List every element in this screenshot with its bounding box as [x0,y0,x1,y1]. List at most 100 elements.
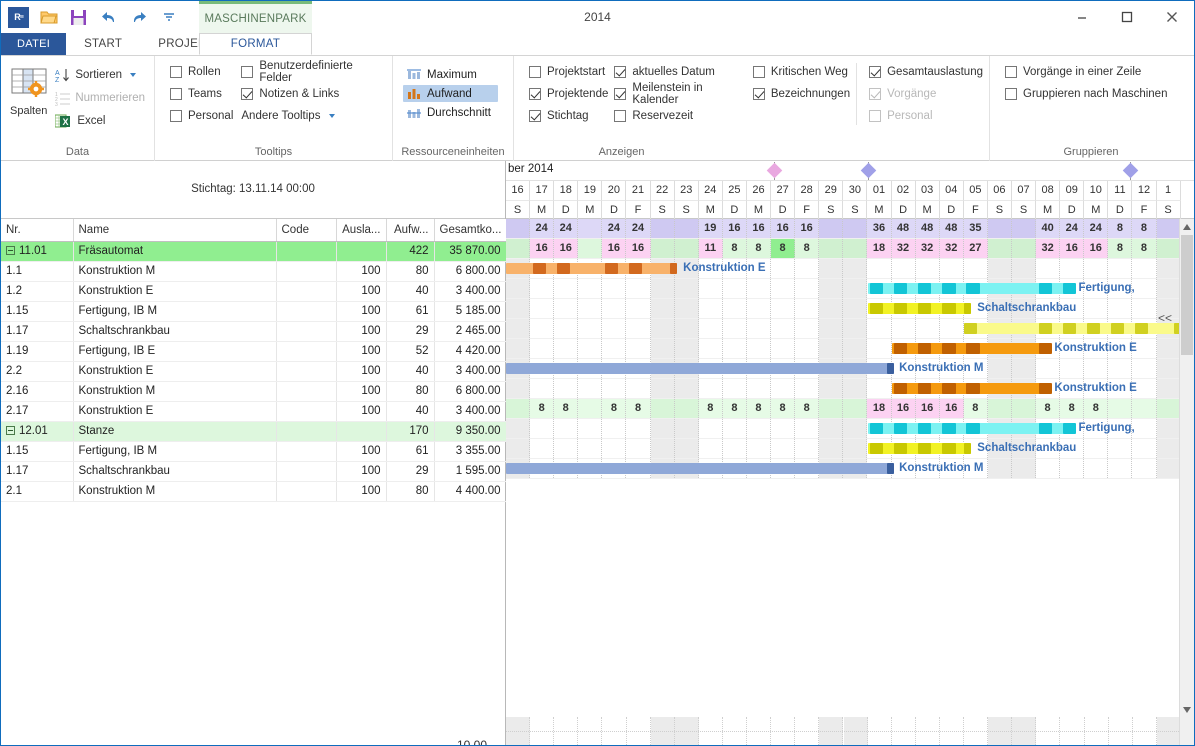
row-collapse-icon[interactable] [6,246,15,255]
checkbox-rollen[interactable]: Rollen [170,63,233,81]
gantt-cell: 32 [891,239,916,258]
option-durchschnitt[interactable]: Durchschnitt [403,104,498,121]
table-cell: 100 [336,361,387,382]
table-cell: 1.1 [1,261,74,282]
gantt-cell: 16 [602,239,627,258]
gantt-cell [506,379,531,398]
table-cell: 100 [336,481,387,502]
checkbox-gruppieren-nach-maschinen[interactable]: Gruppieren nach Maschinen [1005,85,1167,103]
chart-vertical-scrollbar[interactable] [1179,717,1194,745]
maximize-icon[interactable] [1104,1,1149,33]
scroll-up-icon[interactable] [1180,717,1194,732]
checkbox-teams[interactable]: Teams [170,85,233,103]
checkbox-projektende[interactable]: Projektende [529,85,608,103]
gantt-bar-label: Konstruktion M [899,462,984,474]
table-column-header[interactable]: Gesamtko... [434,219,507,242]
tooltips-col-1: Rollen Teams Personal [170,63,233,125]
checkbox-reservezeit[interactable]: Reservezeit [614,107,746,125]
collapse-table-button[interactable]: << [1158,311,1172,325]
gantt-cell [1011,259,1037,278]
table-row[interactable]: 12.01 Stanze 170 9 350.00 [1,421,507,442]
gantt-weekday: D [1060,200,1085,219]
table-row[interactable]: 2.1 Konstruktion M 100 80 4 400.00 [1,481,507,502]
table-row[interactable]: 1.1 Konstruktion M 100 80 6 800.00 [1,261,507,282]
table-column-header[interactable]: Nr. [1,219,74,242]
checkbox-personal-tooltips[interactable]: Personal [170,107,233,125]
gantt-scroll-thumb[interactable] [1181,235,1193,355]
table-column-header[interactable]: Aufw... [386,219,435,242]
table-cell: 35 870.00 [434,241,507,262]
spalten-button[interactable]: Spalten [7,63,50,117]
close-icon[interactable] [1149,1,1194,33]
tab-start[interactable]: START [66,33,140,55]
checkbox-box [614,110,627,122]
scroll-up-icon[interactable] [1180,219,1194,234]
gantt-cell [987,399,1012,418]
checkbox-vorgaenge-in-einer-zeile[interactable]: Vorgänge in einer Zeile [1005,63,1167,81]
table-row[interactable]: 2.2 Konstruktion E 100 40 3 400.00 [1,361,507,382]
minimize-icon[interactable] [1059,1,1104,33]
table-column-header[interactable]: Name [73,219,277,242]
milestone-marker[interactable] [766,162,782,179]
table-cell: 29 [386,461,435,482]
gantt-bar-segment [1111,323,1125,334]
table-row[interactable]: 1.19 Fertigung, IB E 100 52 4 420.00 [1,341,507,362]
table-row[interactable]: 1.15 Fertigung, IB M 100 61 5 185.00 [1,301,507,322]
gantt-bar-endcap [886,363,895,374]
gantt-bar-segment [918,303,932,314]
tab-format[interactable]: FORMAT [199,33,312,55]
gantt-bar[interactable] [506,263,678,274]
andere-tooltips-dropdown[interactable]: Andere Tooltips [241,107,386,125]
table-row[interactable]: 1.17 Schaltschrankbau 100 29 1 595.00 [1,461,507,482]
checkbox-aktuelles-datum[interactable]: aktuelles Datum [614,63,746,81]
gantt-cell [892,319,916,338]
scroll-down-icon[interactable] [1180,702,1194,717]
option-maximum[interactable]: Maximum [403,66,498,83]
table-cell [276,261,337,282]
table-row[interactable]: 2.17 Konstruktion E 100 40 3 400.00 [1,401,507,422]
gantt-cell [723,379,747,398]
checkbox-gesamtauslastung[interactable]: Gesamtauslastung [869,63,983,81]
gantt-day-number: 05 [964,181,988,200]
gantt-day-number: 08 [1036,181,1061,200]
table-row[interactable]: 1.15 Fertigung, IB M 100 61 3 355.00 [1,441,507,462]
chevron-down-icon[interactable] [329,114,336,118]
gantt-cell [819,319,844,338]
table-row[interactable]: 1.17 Schaltschrankbau 100 29 2 465.00 [1,321,507,342]
checkbox-stichtag[interactable]: Stichtag [529,107,608,125]
table-row[interactable]: 11.01 Fräsautomat 422 35 870.00 [1,241,507,262]
group-title-data: Data [65,146,90,158]
gantt-cell [1036,359,1061,378]
table-column-header[interactable]: Code [276,219,337,242]
excel-button[interactable]: X Excel [52,111,148,131]
row-collapse-icon[interactable] [6,426,15,435]
chevron-down-icon[interactable] [130,73,136,77]
gantt-cell [626,339,651,358]
gantt-cell [1011,459,1037,478]
checkbox-notizen-links[interactable]: Notizen & Links [241,85,386,103]
gantt-bar[interactable] [506,363,895,374]
gantt-cell [867,379,892,398]
milestone-marker[interactable] [860,162,876,179]
option-aufwand[interactable]: Aufwand [403,85,498,102]
gantt-bar-segment [628,263,643,274]
checkbox-kritischen-weg[interactable]: Kritischen Weg [752,63,850,81]
table-column-header[interactable]: Ausla... [336,219,387,242]
gantt-weekday: D [891,200,916,219]
group-title-tooltips: Tooltips [254,146,293,158]
checkbox-benutzerdefinierte-felder[interactable]: Benutzerdefinierte Felder [241,60,386,84]
sortieren-button[interactable]: AZ Sortieren [52,65,148,85]
gantt-cell [674,399,699,418]
checkbox-bezeichnungen[interactable]: Bezeichnungen [752,85,850,103]
table-row[interactable]: 1.2 Konstruktion E 100 40 3 400.00 [1,281,507,302]
milestone-marker[interactable] [1123,162,1139,179]
tab-datei[interactable]: DATEI [1,33,67,55]
checkbox-projektstart[interactable]: Projektstart [529,63,608,81]
table-cell: 80 [386,481,435,502]
gantt-vertical-scrollbar[interactable] [1179,219,1194,717]
table-row[interactable]: 2.16 Konstruktion M 100 80 6 800.00 [1,381,507,402]
checkbox-meilenstein-in-kalender[interactable]: Meilenstein in Kalender [614,82,746,106]
checkbox-box [1005,88,1017,100]
gantt-bar[interactable] [506,463,895,474]
gantt-bar-segment [1038,423,1053,434]
